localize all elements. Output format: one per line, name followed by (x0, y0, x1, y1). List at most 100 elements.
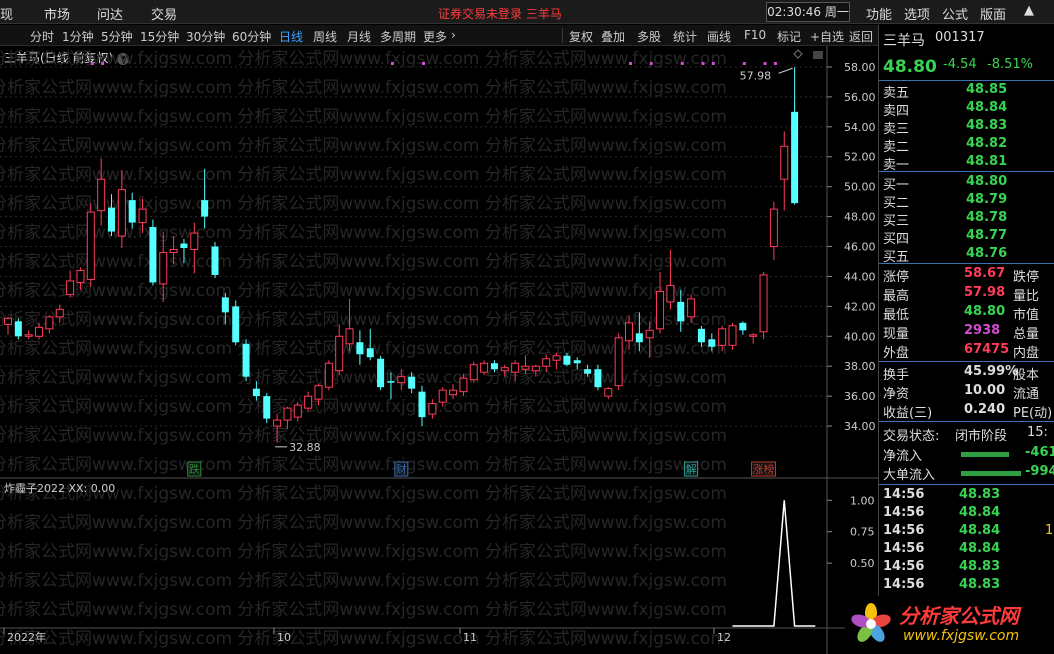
menu-item-options[interactable]: 选项 (904, 4, 930, 23)
ask-level-label: 卖二 (883, 140, 910, 155)
marker-dot (649, 62, 653, 65)
candle-body-up (35, 326, 44, 337)
candle-body-up (138, 208, 147, 224)
candle-body-down (677, 301, 685, 322)
tick-price: 48.84 (959, 505, 1001, 520)
fundamental-row-value: 45.99% (964, 364, 1019, 379)
fundamental-row-label: 收益(三) (883, 406, 933, 421)
tool-add-favorite[interactable]: +自选 (810, 28, 844, 45)
price-change: -4.54 (943, 57, 977, 72)
menu-item-wenda[interactable]: 问达 (97, 4, 123, 23)
stat-row-label: 最低 (883, 308, 910, 323)
tool-stats[interactable]: 统计 (673, 28, 697, 45)
chevron-right-icon[interactable]: › (451, 28, 456, 42)
candle-body-down (221, 297, 229, 313)
bid-level-value: 48.77 (966, 228, 1008, 243)
candle-body-up (728, 325, 737, 346)
period-tab-weekly[interactable]: 周线 (313, 28, 337, 45)
menu-item-layout[interactable]: 版面 (980, 4, 1006, 23)
tool-f10[interactable]: F10 (744, 28, 766, 42)
bid-level-value: 48.79 (966, 192, 1008, 207)
candle-body-down (594, 369, 602, 388)
candle-body-down (211, 246, 219, 275)
period-tab-60min[interactable]: 60分钟 (232, 28, 271, 45)
marker-dot (711, 62, 715, 65)
candle-body-down (377, 358, 385, 388)
candle-body-down (573, 360, 581, 364)
candle-body-up (345, 328, 354, 345)
ask-level-label: 卖四 (883, 104, 910, 119)
price-tick-label: 44.00 (844, 270, 876, 283)
menu-collapse-icon[interactable]: ▲ (1024, 3, 1034, 18)
divider (879, 484, 1054, 485)
bid-level: 买三 48.78 (879, 210, 1054, 229)
period-tab-more[interactable]: 更多 (423, 28, 447, 45)
price-tick-label: 50.00 (844, 181, 876, 194)
marker-dot (390, 62, 394, 65)
tool-back[interactable]: 返回 (849, 28, 873, 45)
menu-item-market[interactable]: 市场 (44, 4, 70, 23)
candle-body-down (791, 111, 799, 204)
stat-row: 涨停 58.67 跌停 (879, 266, 1054, 285)
menu-item-market-partial[interactable]: 现 (0, 4, 13, 23)
candle-body-down (201, 200, 209, 217)
bid-level-label: 买二 (883, 196, 910, 211)
menu-bar: 现 市场 问达 交易 证券交易未登录 三羊马 02:30:46 周一 功能 选项… (0, 0, 1054, 24)
divider (879, 263, 1054, 264)
tick-row[interactable]: 14:56 48.83 (879, 577, 1054, 595)
marker-dot (422, 62, 425, 65)
watermark-text: 分析家公式网www.fxjgsw.com 分析家公式网www.fxjgsw.co… (0, 252, 727, 272)
period-tab-monthly[interactable]: 月线 (347, 28, 371, 45)
tick-row[interactable]: 14:56 48.84 (879, 541, 1054, 559)
money-flow-bar (961, 452, 1009, 457)
watermark-text: 分析家公式网www.fxjgsw.com 分析家公式网www.fxjgsw.co… (0, 107, 727, 127)
period-tab-daily[interactable]: 日线 (279, 28, 303, 45)
tool-fuquan[interactable]: 复权 (569, 28, 593, 45)
price-tick-label: 56.00 (844, 91, 876, 104)
stat-row-label: 外盘 (883, 346, 910, 361)
candle-body-down (149, 227, 157, 283)
price-tick-label: 48.00 (844, 211, 876, 224)
indicator-tick-label: 0.75 (850, 526, 875, 539)
stat-row-value: 58.67 (964, 266, 1006, 281)
tick-row[interactable]: 14:56 48.83 (879, 487, 1054, 505)
menu-item-trade[interactable]: 交易 (151, 4, 177, 23)
candle-body-up (273, 419, 282, 427)
tool-draw[interactable]: 画线 (707, 28, 731, 45)
period-tab-15min[interactable]: 15分钟 (140, 28, 179, 45)
watermark-logo-url: www.fxjgsw.com (903, 628, 1020, 644)
price-tick-label: 52.00 (844, 151, 876, 164)
tick-row[interactable]: 14:56 48.84 (879, 505, 1054, 523)
candle-body-up (293, 404, 302, 418)
candle-body-up (645, 329, 654, 339)
candle-body-up (66, 280, 75, 295)
tool-multi-stock[interactable]: 多股 (637, 28, 661, 45)
watermark-logo: 分析家公式网 www.fxjgsw.com (845, 596, 1054, 654)
menu-item-formula[interactable]: 公式 (942, 4, 968, 23)
watermark-text: 分析家公式网www.fxjgsw.com 分析家公式网www.fxjgsw.co… (0, 78, 727, 98)
candle-body-up (531, 365, 540, 372)
period-tab-1min[interactable]: 1分钟 (62, 28, 94, 45)
menu-item-function[interactable]: 功能 (866, 4, 892, 23)
ask-level: 卖一 48.81 (879, 154, 1054, 173)
period-tab-multi[interactable]: 多周期 (380, 28, 416, 45)
period-tab-5min[interactable]: 5分钟 (101, 28, 133, 45)
tick-time: 14:56 (883, 505, 925, 520)
tool-overlay[interactable]: 叠加 (601, 28, 625, 45)
watermark-text: 分析家公式网www.fxjgsw.com 分析家公式网www.fxjgsw.co… (0, 136, 727, 156)
money-flow-value: -461 (1025, 445, 1054, 460)
kline-chart[interactable]: 分析家公式网www.fxjgsw.com 分析家公式网www.fxjgsw.co… (0, 46, 878, 654)
candle-body-up (324, 362, 333, 388)
fundamental-row-value: 0.240 (964, 402, 1006, 417)
candle-body-down (387, 381, 395, 383)
bid-level-value: 48.76 (966, 246, 1008, 261)
tool-mark[interactable]: 标记 (777, 28, 801, 45)
money-flow-label: 大单流入 (883, 468, 936, 483)
tick-row[interactable]: 14:56 48.84 1 (879, 523, 1054, 541)
candle-body-down (14, 321, 22, 337)
watermark-text: 分析家公式网www.fxjgsw.com 分析家公式网www.fxjgsw.co… (0, 513, 727, 533)
tick-row[interactable]: 14:56 48.83 (879, 559, 1054, 577)
period-tab-fenshi[interactable]: 分时 (30, 28, 54, 45)
candle-body-up (117, 189, 126, 237)
period-tab-30min[interactable]: 30分钟 (186, 28, 225, 45)
